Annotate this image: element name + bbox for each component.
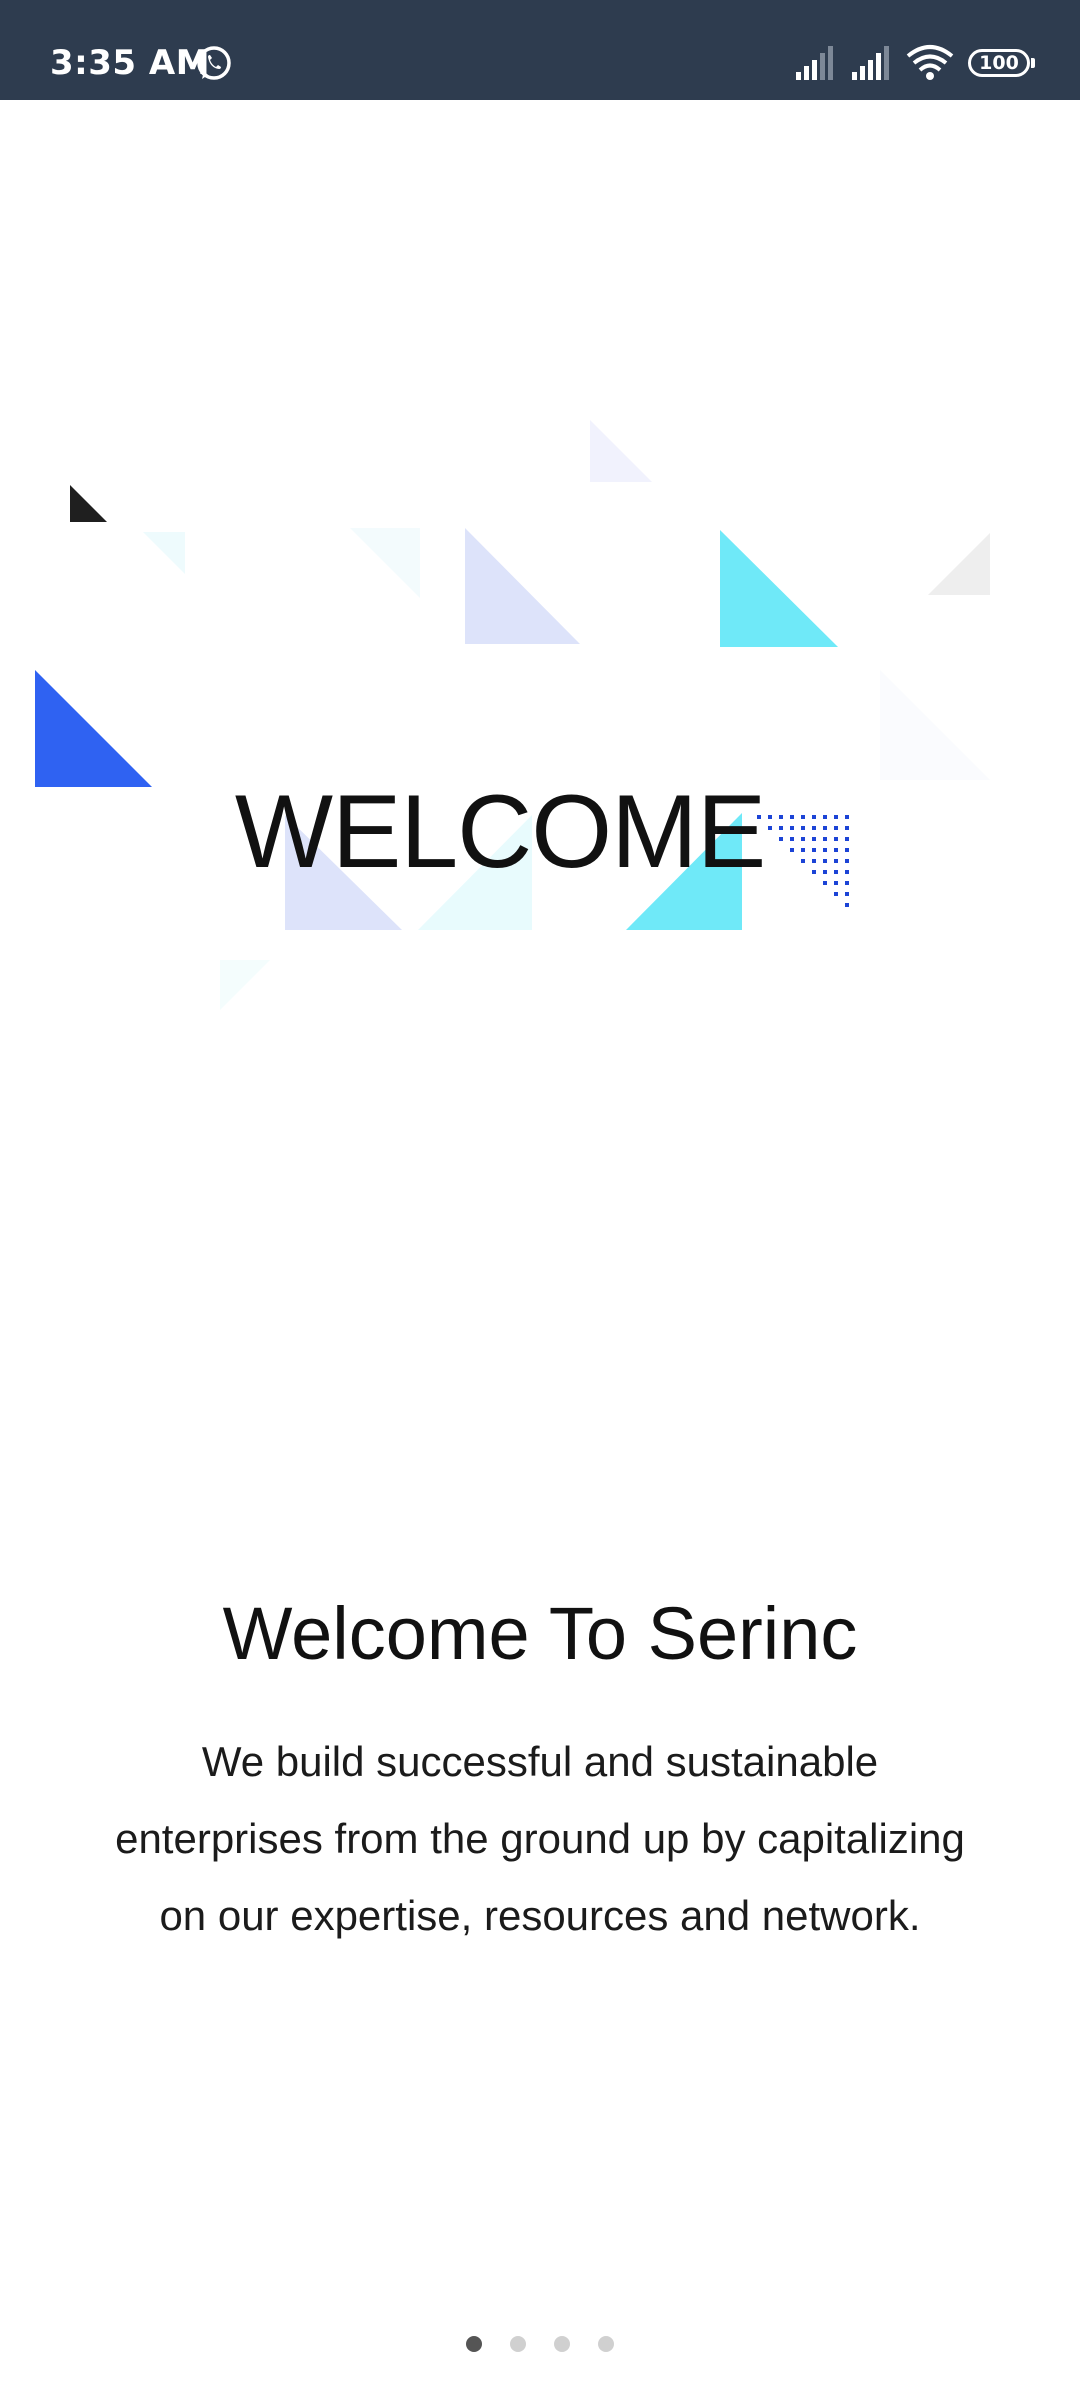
cell-signal-icon xyxy=(852,46,889,80)
triangle-shape xyxy=(880,670,990,780)
status-time: 3:35 AM xyxy=(50,43,211,83)
pattern-dot xyxy=(845,892,849,896)
triangle-shape xyxy=(590,420,652,482)
page-dot[interactable] xyxy=(466,2336,482,2352)
triangle-shape xyxy=(35,670,152,787)
triangle-shape xyxy=(720,530,838,647)
triangle-shape xyxy=(928,533,990,595)
page-dot[interactable] xyxy=(554,2336,570,2352)
triangle-shape xyxy=(143,532,185,574)
status-bar: 3:35 AM 100 xyxy=(0,0,1080,100)
pattern-dot xyxy=(845,903,849,907)
page-dot[interactable] xyxy=(598,2336,614,2352)
cell-signal-icon xyxy=(796,46,833,80)
welcome-illustration: WELCOME xyxy=(0,400,1080,1040)
intro-title: Welcome To Serinc xyxy=(222,1592,858,1675)
intro-description: We build successful and sustainable ente… xyxy=(115,1738,965,1939)
triangle-shape xyxy=(70,485,107,522)
whatsapp-icon xyxy=(197,46,231,80)
triangle-shape xyxy=(465,528,580,644)
pattern-dot xyxy=(834,892,838,896)
geometric-shapes xyxy=(35,420,990,1010)
triangle-shape xyxy=(350,528,420,598)
wifi-icon xyxy=(906,45,954,80)
triangle-shape xyxy=(220,960,270,1010)
battery-icon: 100 xyxy=(968,49,1035,77)
page-dot[interactable] xyxy=(510,2336,526,2352)
welcome-heading: WELCOME xyxy=(234,774,766,890)
page-indicator xyxy=(0,2336,1080,2356)
